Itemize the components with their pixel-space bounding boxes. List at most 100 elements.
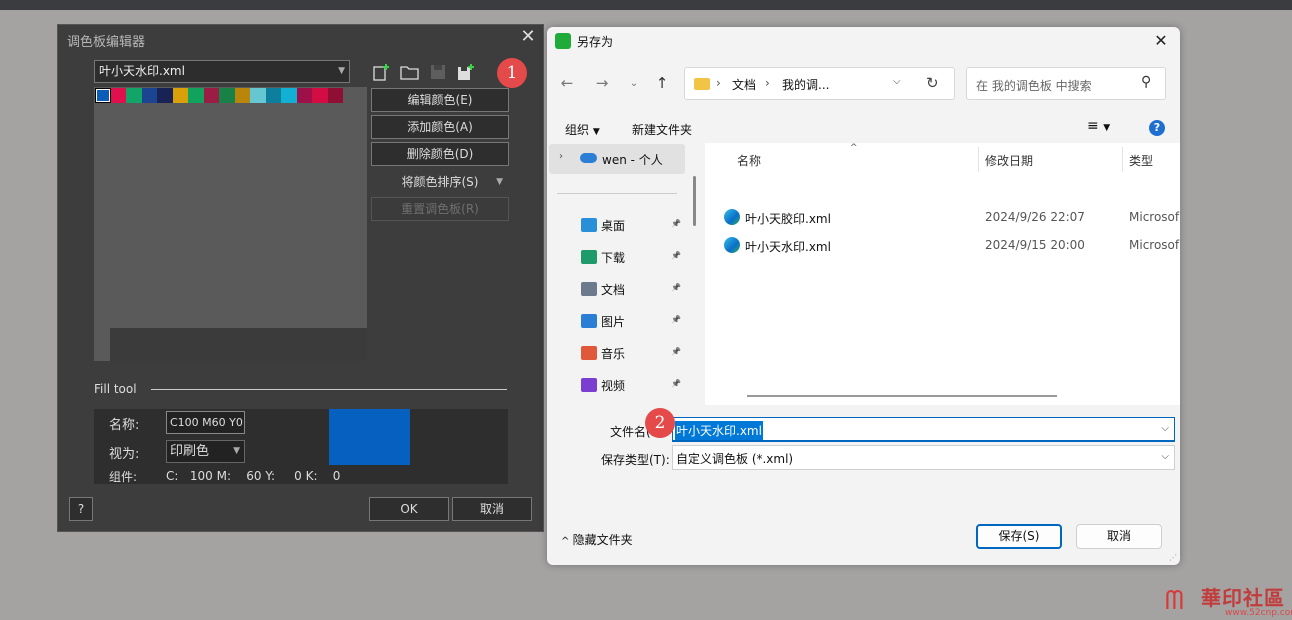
file-row[interactable]: 叶小天胶印.xml 2024/9/26 22:07 Microsof	[705, 204, 1180, 230]
color-swatch[interactable]	[219, 88, 235, 103]
sidebar-item[interactable]: 文档 📌	[547, 277, 687, 301]
sidebar-item[interactable]: 视频 📌	[547, 373, 687, 397]
file-name: 叶小天水印.xml	[745, 240, 831, 254]
file-type: Microsof	[1129, 238, 1180, 252]
sidebar-item-onedrive[interactable]: › wen - 个人	[549, 144, 685, 174]
sidebar-item[interactable]: 音乐 📌	[547, 341, 687, 365]
color-swatch[interactable]	[327, 88, 343, 103]
color-swatch[interactable]	[126, 88, 142, 103]
cancel-button[interactable]: 取消	[452, 497, 532, 521]
resize-grip-icon[interactable]: ⋰	[1169, 553, 1177, 562]
chevron-down-icon[interactable]: ⌵	[1161, 423, 1169, 434]
color-swatch[interactable]	[281, 88, 297, 103]
breadcrumb-my-palettes[interactable]: 我的调...	[782, 76, 829, 93]
refresh-icon[interactable]: ↻	[926, 74, 939, 92]
forward-arrow-icon[interactable]: →	[592, 74, 612, 92]
palette-select-value: 叶小天水印.xml	[99, 64, 185, 78]
color-swatch[interactable]	[141, 88, 157, 103]
help-icon[interactable]: ?	[1149, 120, 1165, 136]
music-icon	[581, 346, 597, 360]
close-icon[interactable]: ✕	[1151, 31, 1171, 50]
column-header-modified[interactable]: 修改日期	[985, 152, 1033, 169]
pin-icon[interactable]: 📌	[671, 219, 681, 228]
column-separator[interactable]	[978, 147, 979, 172]
column-separator[interactable]	[1122, 147, 1123, 172]
color-swatch[interactable]	[95, 88, 111, 103]
title-bar: 另存为 ✕	[547, 27, 1180, 55]
new-palette-icon[interactable]	[372, 63, 392, 81]
organize-menu[interactable]: 组织 ▼	[565, 121, 600, 138]
view-as-select[interactable]: 印刷色 ▼	[166, 440, 245, 463]
color-swatch[interactable]	[234, 88, 250, 103]
recent-dropdown-icon[interactable]: ⌄	[624, 78, 644, 89]
chevron-right-icon[interactable]: ›	[559, 151, 563, 162]
breadcrumb-documents[interactable]: 文档	[732, 76, 756, 93]
palette-select[interactable]: 叶小天水印.xml ▼	[94, 60, 350, 83]
hide-folders-toggle[interactable]: ^ 隐藏文件夹	[561, 531, 633, 548]
color-swatch[interactable]	[312, 88, 328, 103]
hide-folders-label: 隐藏文件夹	[572, 533, 633, 547]
color-swatch[interactable]	[188, 88, 204, 103]
color-swatch[interactable]	[265, 88, 281, 103]
horizontal-scrollbar[interactable]	[747, 395, 1057, 397]
pin-icon[interactable]: 📌	[671, 315, 681, 324]
swatch-area[interactable]	[94, 87, 367, 361]
file-row[interactable]: 叶小天水印.xml 2024/9/15 20:00 Microsof	[705, 232, 1180, 258]
color-swatch[interactable]	[296, 88, 312, 103]
color-preview	[329, 409, 410, 465]
delete-color-button[interactable]: 删除颜色(D)	[371, 142, 509, 166]
color-swatch[interactable]	[172, 88, 188, 103]
column-header-name[interactable]: 名称	[737, 152, 761, 169]
view-options-icon[interactable]: ≡ ▼	[1087, 118, 1110, 134]
chevron-down-icon[interactable]: ⌵	[893, 76, 901, 87]
edge-file-icon	[724, 237, 740, 253]
new-folder-button[interactable]: 新建文件夹	[632, 121, 692, 138]
back-arrow-icon[interactable]: ←	[557, 74, 577, 92]
save-button[interactable]: 保存(S)	[976, 524, 1062, 549]
filetype-label: 保存类型(T):	[601, 453, 670, 467]
search-input[interactable]: 在 我的调色板 中搜索	[976, 77, 1092, 94]
view-as-value: 印刷色	[170, 444, 210, 459]
watermark: ᗰ 華印社區 www.52cnp.com	[1163, 580, 1292, 620]
color-name-input[interactable]: C100 M60 Y0 K0	[166, 411, 245, 434]
pictures-icon	[581, 314, 597, 328]
file-modified: 2024/9/26 22:07	[985, 210, 1085, 224]
sidebar-item[interactable]: 图片 📌	[547, 309, 687, 333]
address-bar[interactable]: › 文档 › 我的调... ⌵ ↻	[684, 67, 955, 100]
sidebar-item-label: 图片	[601, 315, 626, 329]
components-label: 组件:	[109, 470, 138, 484]
desktop-icon	[581, 218, 597, 232]
watermark-text: 華印社區	[1201, 586, 1285, 610]
sort-up-icon: ^	[850, 143, 858, 153]
add-color-button[interactable]: 添加颜色(A)	[371, 115, 509, 139]
up-arrow-icon[interactable]: ↑	[652, 74, 672, 92]
search-box[interactable]: 在 我的调色板 中搜索 ⚲	[966, 67, 1166, 100]
open-folder-icon[interactable]	[400, 63, 420, 81]
filetype-select[interactable]: 自定义调色板 (*.xml) ⌵	[672, 445, 1175, 470]
pin-icon[interactable]: 📌	[671, 347, 681, 356]
fill-tool-label: Fill tool	[94, 382, 137, 396]
pin-icon[interactable]: 📌	[671, 379, 681, 388]
close-icon[interactable]: ✕	[518, 26, 538, 48]
pin-icon[interactable]: 📌	[671, 251, 681, 260]
help-button[interactable]: ?	[69, 497, 93, 521]
pin-icon[interactable]: 📌	[671, 283, 681, 292]
edit-color-button[interactable]: 编辑颜色(E)	[371, 88, 509, 112]
color-swatch[interactable]	[157, 88, 173, 103]
save-icon	[431, 65, 445, 79]
cancel-button[interactable]: 取消	[1076, 524, 1162, 549]
color-swatch[interactable]	[110, 88, 126, 103]
file-list: ^ 名称 修改日期 类型 叶小天胶印.xml 2024/9/26 22:07 M…	[705, 143, 1180, 405]
ok-button[interactable]: OK	[369, 497, 449, 521]
sidebar-item[interactable]: 下载 📌	[547, 245, 687, 269]
save-as-icon[interactable]	[456, 63, 476, 81]
column-header-type[interactable]: 类型	[1129, 152, 1153, 169]
sidebar-item[interactable]: 桌面 📌	[547, 213, 687, 237]
color-swatch[interactable]	[203, 88, 219, 103]
filename-input[interactable]: 叶小天水印.xml ⌵	[672, 417, 1175, 442]
scrollbar[interactable]	[693, 176, 696, 226]
sort-colors-dropdown[interactable]: 将颜色排序(S) ▼	[371, 171, 509, 193]
name-label: 名称:	[109, 418, 140, 433]
color-swatch[interactable]	[250, 88, 266, 103]
file-modified: 2024/9/15 20:00	[985, 238, 1085, 252]
